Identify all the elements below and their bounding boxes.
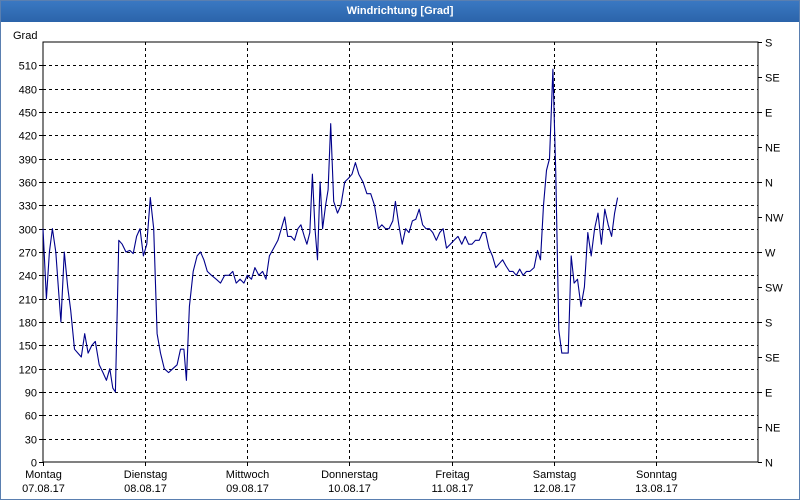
x-axis-ticks: Montag 07.08.17 Dienstag 08.08.17 Mittwoch 09… — [22, 462, 678, 495]
x-tick-label-date: 09.08.17 — [226, 483, 269, 495]
y-tick-label: 150 — [19, 341, 37, 353]
right-axis-label: E — [765, 388, 772, 400]
y-tick-label: 420 — [19, 131, 37, 143]
y-tick-label: 390 — [19, 155, 37, 167]
x-tick-label-date: 12.08.17 — [533, 483, 576, 495]
y-tick-label: 60 — [25, 411, 37, 423]
y-tick-label: 180 — [19, 318, 37, 330]
y-tick-label: 0 — [31, 458, 37, 470]
y-axis-label: Grad — [13, 30, 37, 42]
x-tick-label-day: Donnerstag — [321, 469, 378, 481]
chart-window: Windrichtung [Grad] 0 30 60 90 120 150 180 210 2… — [0, 0, 800, 500]
y-tick-label: 120 — [19, 365, 37, 377]
x-tick-label-day: Sonntag — [636, 469, 677, 481]
y-tick-label: 480 — [19, 85, 37, 97]
right-axis-label: NE — [765, 143, 780, 155]
x-tick-label-day: Dienstag — [124, 469, 167, 481]
y-tick-label: 510 — [19, 61, 37, 73]
y-tick-label: 90 — [25, 388, 37, 400]
y-tick-label: 300 — [19, 225, 37, 237]
y-tick-label: 360 — [19, 178, 37, 190]
right-axis-label: S — [765, 318, 772, 330]
y-tick-label: 30 — [25, 435, 37, 447]
x-tick-label-day: Mittwoch — [226, 469, 269, 481]
right-axis-label: NE — [765, 423, 780, 435]
x-tick-label-date: 08.08.17 — [124, 483, 167, 495]
right-axis-label: W — [765, 248, 776, 260]
y-axis-ticks: 0 30 60 90 120 150 180 210 240 270 300 330 360 390 420… — [19, 61, 43, 470]
y-tick-label: 240 — [19, 271, 37, 283]
x-tick-label-day: Samstag — [533, 469, 576, 481]
y-tick-label: 330 — [19, 201, 37, 213]
y-tick-label: 210 — [19, 295, 37, 307]
right-axis-label: SE — [765, 73, 780, 85]
wind-direction-chart: 0 30 60 90 120 150 180 210 240 270 300 330 360 390 420… — [13, 30, 784, 495]
x-tick-label-day: Freitag — [435, 469, 469, 481]
chart-title: Windrichtung [Grad] — [1, 1, 799, 22]
right-axis-label: S — [765, 38, 772, 50]
right-axis-label: SW — [765, 283, 783, 295]
right-axis-label: NW — [765, 213, 784, 225]
y-tick-label: 270 — [19, 248, 37, 260]
x-tick-label-date: 07.08.17 — [22, 483, 65, 495]
x-tick-label-date: 13.08.17 — [635, 483, 678, 495]
right-axis-label: SE — [765, 353, 780, 365]
right-axis-label: E — [765, 108, 772, 120]
x-tick-label-day: Montag — [25, 469, 62, 481]
right-axis-label: N — [765, 178, 773, 190]
right-axis-label: N — [765, 458, 773, 470]
y-tick-label: 450 — [19, 108, 37, 120]
x-tick-label-date: 11.08.17 — [431, 483, 473, 495]
right-axis-ticks: N NE E SE S SW W NW N NE E SE S — [758, 38, 784, 470]
x-tick-label-date: 10.08.17 — [328, 483, 371, 495]
